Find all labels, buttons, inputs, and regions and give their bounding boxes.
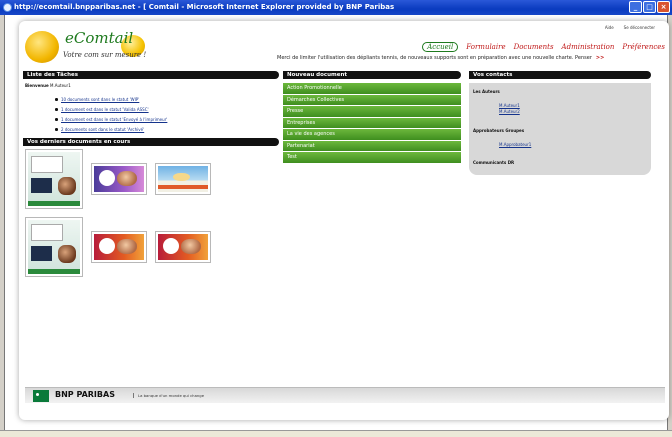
document-thumbnail[interactable] xyxy=(25,149,83,209)
coin-icon xyxy=(25,31,59,63)
menu-item[interactable]: Entreprises xyxy=(283,117,461,128)
communicants-label: Communicants DR xyxy=(473,160,515,165)
nav-form[interactable]: Formulaire xyxy=(466,43,505,51)
new-document-menu: Action Promotionnelle Démarches Collecti… xyxy=(283,83,461,164)
ticker-more-link[interactable]: >> xyxy=(596,55,604,61)
nav-administration[interactable]: Administration xyxy=(562,43,615,51)
contacts-header: Vos contacts xyxy=(469,71,651,79)
task-list: 10 documents sont dans le statut 'WIP' 1… xyxy=(55,97,167,137)
document-thumbnail[interactable] xyxy=(155,231,211,263)
maximize-button[interactable]: □ xyxy=(643,1,656,13)
document-thumbnail[interactable] xyxy=(91,231,147,263)
task-item[interactable]: 1 document est dans le statut 'Valida AS… xyxy=(55,107,167,112)
menu-item[interactable]: Test xyxy=(283,152,461,163)
nav-preferences[interactable]: Préférences xyxy=(622,43,665,51)
internet-explorer-icon xyxy=(3,3,12,12)
welcome-label: Bienvenue xyxy=(25,83,49,88)
approvers-label: Approbateurs Groupes xyxy=(473,128,525,133)
news-ticker: Merci de limiter l'utilisation des dépli… xyxy=(277,55,604,61)
logo-brand: eComtail xyxy=(65,29,134,47)
nav-documents[interactable]: Documents xyxy=(514,43,554,51)
nav-home[interactable]: Accueil xyxy=(422,42,459,52)
footer-brand: BNP PARIBAS xyxy=(55,390,115,399)
welcome-user: M.Auteur1 xyxy=(50,83,71,88)
contact-link[interactable]: M.Auteur2 xyxy=(499,109,520,114)
window-title: http://ecomtail.bnpparibas.net - [ Comta… xyxy=(14,3,395,11)
logo-tagline: Votre com sur mesure ! xyxy=(63,51,147,59)
tasks-header: Liste des Tâches xyxy=(23,71,279,79)
status-bar xyxy=(0,430,672,437)
ecomtail-logo[interactable]: eComtail Votre com sur mesure ! xyxy=(25,29,155,69)
contact-link[interactable]: M.Auteur1 xyxy=(499,103,520,108)
document-thumbnail[interactable] xyxy=(155,163,211,195)
close-button[interactable]: × xyxy=(657,1,670,13)
task-item[interactable]: 1 document est dans le statut 'Envoyé à … xyxy=(55,117,167,122)
menu-item[interactable]: Presse xyxy=(283,106,461,117)
contact-link[interactable]: M.Approbateur1 xyxy=(499,142,531,147)
window-controls: _ □ × xyxy=(629,1,670,13)
menu-item[interactable]: Action Promotionnelle xyxy=(283,83,461,94)
menu-item[interactable]: Démarches Collectives xyxy=(283,94,461,105)
window-titlebar: http://ecomtail.bnpparibas.net - [ Comta… xyxy=(0,0,672,15)
recent-docs-header: Vos derniers documents en cours xyxy=(23,138,279,146)
task-item[interactable]: 10 documents sont dans le statut 'WIP' xyxy=(55,97,167,102)
menu-item[interactable]: Partenariat xyxy=(283,140,461,151)
help-link[interactable]: Aide xyxy=(605,25,614,30)
ticker-text: Merci de limiter l'utilisation des dépli… xyxy=(277,55,592,61)
page-container: eComtail Votre com sur mesure ! Aide Se … xyxy=(19,21,669,420)
new-document-header: Nouveau document xyxy=(283,71,461,79)
authors-label: Les Auteurs xyxy=(473,89,500,94)
welcome-line: Bienvenue M.Auteur1 xyxy=(25,83,71,88)
document-thumbnail[interactable] xyxy=(25,217,83,277)
bnp-logo-icon xyxy=(33,390,49,402)
top-links: Aide Se déconnecter xyxy=(605,25,655,30)
menu-item[interactable]: La vie des agences xyxy=(283,129,461,140)
contacts-panel: Les Auteurs M.Auteur1 M.Auteur2 Approbat… xyxy=(469,83,651,175)
logout-link[interactable]: Se déconnecter xyxy=(624,25,655,30)
task-item[interactable]: 2 documents sont dans le statut 'Archivé… xyxy=(55,127,167,132)
footer-slogan: La banque d'un monde qui change xyxy=(133,393,204,398)
document-thumbnail[interactable] xyxy=(91,163,147,195)
minimize-button[interactable]: _ xyxy=(629,1,642,13)
main-nav: Accueil Formulaire Documents Administrat… xyxy=(422,42,665,52)
footer: BNP PARIBAS La banque d'un monde qui cha… xyxy=(25,387,665,403)
browser-viewport: eComtail Votre com sur mesure ! Aide Se … xyxy=(4,15,669,430)
